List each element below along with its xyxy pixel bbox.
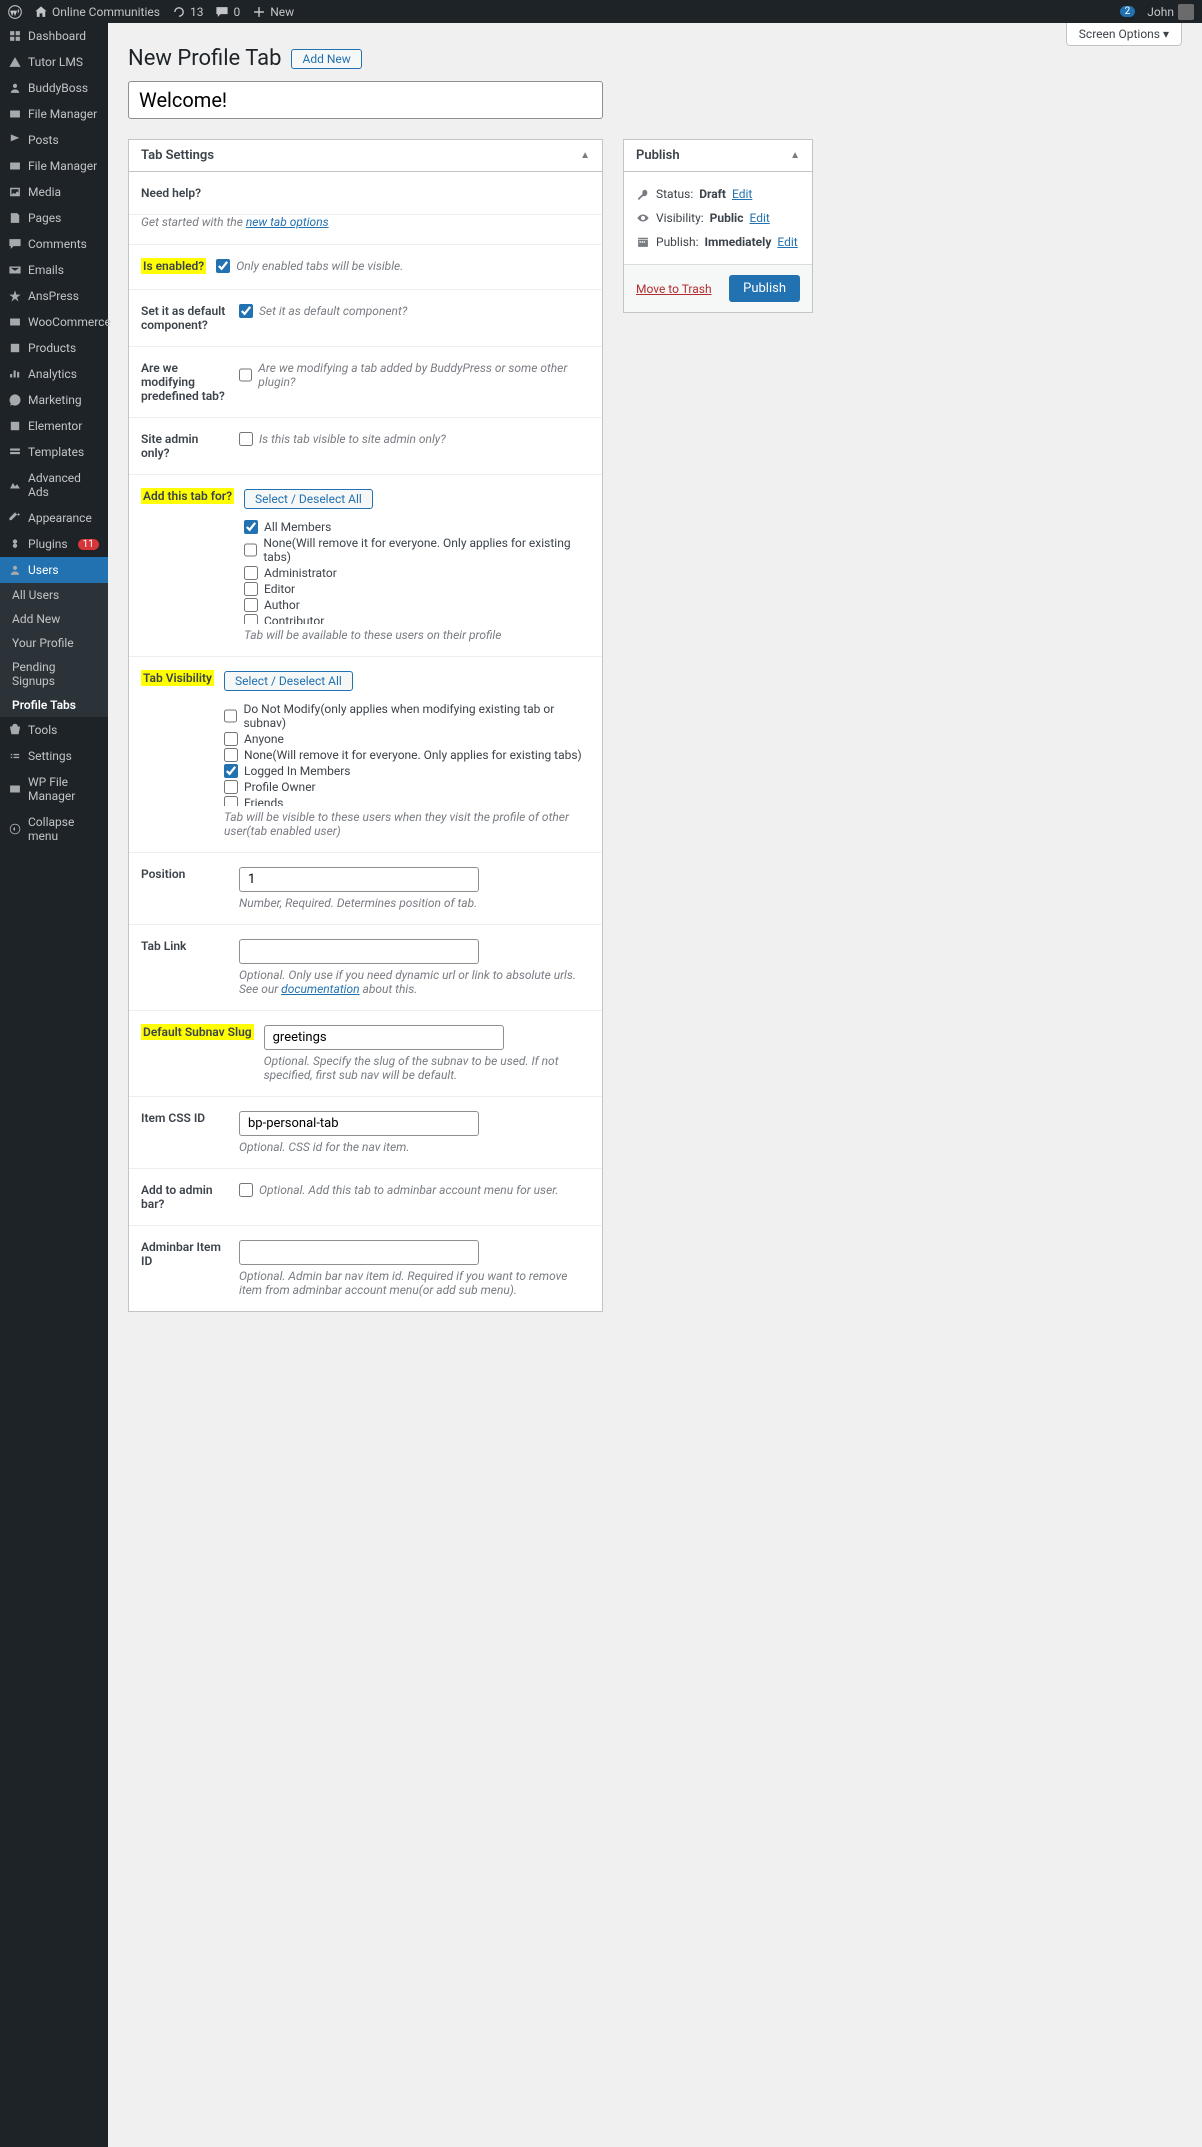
publish-toggle-icon[interactable]: ▲: [790, 150, 800, 161]
submenu-your-profile[interactable]: Your Profile: [0, 631, 108, 655]
menu-marketing[interactable]: Marketing: [0, 387, 108, 413]
default-comp-label: Set it as default component?: [141, 304, 229, 332]
avatar-icon: [1178, 4, 1194, 20]
add-new-button[interactable]: Add New: [291, 49, 361, 69]
panel-title: Tab Settings: [141, 148, 214, 163]
addfor-opt-2[interactable]: [244, 566, 258, 580]
adminbar-label: Add to admin bar?: [141, 1183, 229, 1211]
visibility-edit-link[interactable]: Edit: [749, 211, 769, 225]
menu-anspress[interactable]: AnsPress: [0, 283, 108, 309]
tab-settings-panel: Tab Settings ▲ Need help? Get started wi…: [128, 139, 603, 1312]
comments-link[interactable]: 0: [215, 5, 240, 19]
doc-link[interactable]: documentation: [281, 982, 359, 996]
help-label: Need help?: [141, 186, 229, 200]
predefined-label: Are we modifying predefined tab?: [141, 361, 229, 403]
add-for-label: Add this tab for?: [141, 488, 234, 504]
post-title-input[interactable]: [128, 81, 603, 119]
menu-analytics[interactable]: Analytics: [0, 361, 108, 387]
submenu-add-new[interactable]: Add New: [0, 607, 108, 631]
vis-opt-1[interactable]: [224, 732, 238, 746]
cssid-label: Item CSS ID: [141, 1111, 229, 1125]
cssid-input[interactable]: [239, 1111, 479, 1136]
menu-buddyboss[interactable]: BuddyBoss: [0, 75, 108, 101]
publish-panel: Publish ▲ Status: Draft Edit Visibility:: [623, 139, 813, 313]
addfor-opt-1[interactable]: [244, 543, 257, 557]
is-enabled-label: Is enabled?: [141, 258, 206, 274]
submenu-profile-tabs[interactable]: Profile Tabs: [0, 693, 108, 717]
menu-file-manager[interactable]: File Manager: [0, 153, 108, 179]
menu-users[interactable]: Users: [0, 557, 108, 583]
updates-link[interactable]: 13: [172, 5, 204, 19]
trash-link[interactable]: Move to Trash: [636, 282, 712, 296]
menu-file-manager[interactable]: File Manager: [0, 101, 108, 127]
panel-toggle-icon[interactable]: ▲: [580, 150, 590, 161]
publish-title: Publish: [636, 148, 680, 163]
predefined-checkbox[interactable]: [239, 368, 252, 382]
menu-dashboard[interactable]: Dashboard: [0, 23, 108, 49]
addfor-opt-3[interactable]: [244, 582, 258, 596]
adminbar-id-label: Adminbar Item ID: [141, 1240, 229, 1268]
addfor-opt-0[interactable]: [244, 520, 258, 534]
user-menu[interactable]: John: [1147, 4, 1194, 20]
adminbar-checkbox[interactable]: [239, 1183, 253, 1197]
menu-appearance[interactable]: Appearance: [0, 505, 108, 531]
visibility-label: Tab Visibility: [141, 670, 214, 686]
submenu-pending-signups[interactable]: Pending Signups: [0, 655, 108, 693]
screen-options-toggle[interactable]: Screen Options ▾: [1066, 23, 1182, 46]
submenu-all-users[interactable]: All Users: [0, 583, 108, 607]
vis-opt-5[interactable]: [224, 796, 238, 806]
menu-elementor[interactable]: Elementor: [0, 413, 108, 439]
position-label: Position: [141, 867, 229, 881]
menu-emails[interactable]: Emails: [0, 257, 108, 283]
menu-tutor-lms[interactable]: Tutor LMS: [0, 49, 108, 75]
calendar-icon: [636, 235, 650, 249]
publish-edit-link[interactable]: Edit: [777, 235, 797, 249]
menu-collapse-menu[interactable]: Collapse menu: [0, 809, 108, 849]
admin-only-label: Site admin only?: [141, 432, 229, 460]
eye-icon: [636, 211, 650, 225]
help-link[interactable]: new tab options: [246, 215, 329, 229]
vis-opt-3[interactable]: [224, 764, 238, 778]
subnav-label: Default Subnav Slug: [141, 1024, 254, 1040]
adminbar-id-input[interactable]: [239, 1240, 479, 1265]
menu-woocommerce[interactable]: WooCommerce: [0, 309, 108, 335]
menu-products[interactable]: Products: [0, 335, 108, 361]
addfor-opt-4[interactable]: [244, 598, 258, 612]
subnav-input[interactable]: [264, 1025, 504, 1050]
new-content-link[interactable]: New: [252, 5, 294, 19]
menu-advanced-ads[interactable]: Advanced Ads: [0, 465, 108, 505]
menu-comments[interactable]: Comments: [0, 231, 108, 257]
addfor-opt-5[interactable]: [244, 614, 258, 624]
is-enabled-checkbox[interactable]: [216, 259, 230, 273]
tablink-label: Tab Link: [141, 939, 229, 953]
vis-opt-4[interactable]: [224, 780, 238, 794]
menu-plugins[interactable]: Plugins11: [0, 531, 108, 557]
vis-opt-2[interactable]: [224, 748, 238, 762]
admin-toolbar: Online Communities 13 0 New 2 John: [0, 0, 1202, 23]
menu-posts[interactable]: Posts: [0, 127, 108, 153]
vis-opt-0[interactable]: [224, 709, 237, 723]
notification-badge[interactable]: 2: [1120, 6, 1136, 17]
select-all-addfor-button[interactable]: Select / Deselect All: [244, 489, 373, 509]
admin-sidebar: DashboardTutor LMSBuddyBossFile ManagerP…: [0, 23, 108, 2147]
menu-media[interactable]: Media: [0, 179, 108, 205]
menu-pages[interactable]: Pages: [0, 205, 108, 231]
page-title: New Profile Tab: [128, 46, 281, 71]
site-home-link[interactable]: Online Communities: [34, 5, 160, 19]
wp-logo-icon[interactable]: [8, 5, 22, 19]
select-all-vis-button[interactable]: Select / Deselect All: [224, 671, 353, 691]
menu-settings[interactable]: Settings: [0, 743, 108, 769]
menu-wp-file-manager[interactable]: WP File Manager: [0, 769, 108, 809]
publish-button[interactable]: Publish: [729, 275, 800, 302]
default-comp-checkbox[interactable]: [239, 304, 253, 318]
key-icon: [636, 187, 650, 201]
position-input[interactable]: [239, 867, 479, 892]
admin-only-checkbox[interactable]: [239, 432, 253, 446]
menu-templates[interactable]: Templates: [0, 439, 108, 465]
tablink-input[interactable]: [239, 939, 479, 964]
status-edit-link[interactable]: Edit: [732, 187, 752, 201]
menu-tools[interactable]: Tools: [0, 717, 108, 743]
